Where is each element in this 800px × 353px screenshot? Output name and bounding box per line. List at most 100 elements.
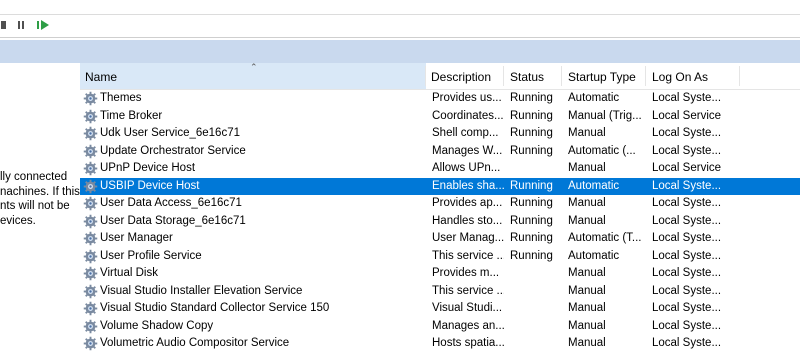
service-log-on-as: Local Syste... <box>652 267 722 279</box>
service-status: Running <box>510 214 553 227</box>
column-header-description[interactable]: Description <box>426 63 504 89</box>
service-name: USBIP Device Host <box>100 179 200 192</box>
service-status: Running <box>510 179 553 192</box>
service-log-on-as: Local Syste... <box>652 197 722 209</box>
table-row[interactable]: User Data Storage_6e16c71 Handles sto... R… <box>80 213 800 231</box>
service-status <box>510 160 562 178</box>
services-header-band <box>0 40 800 63</box>
service-log-on-as: Local Syste... <box>652 319 722 332</box>
service-status <box>510 265 562 283</box>
service-name: Time Broker <box>100 109 163 122</box>
table-row[interactable]: User Profile Service This service ... Runn… <box>80 248 800 266</box>
service-description: Coordinates... <box>432 109 504 122</box>
service-description: This service ... <box>432 284 504 297</box>
column-header-status[interactable]: Status <box>504 63 562 89</box>
service-gear-icon <box>83 196 98 211</box>
toolbar <box>0 0 800 40</box>
toolbar-top-divider <box>0 14 800 15</box>
service-description-pane: lly connected nachines. If this nts will… <box>0 171 80 227</box>
restart-service-button[interactable] <box>37 19 49 31</box>
column-header-status-label: Status <box>510 70 545 84</box>
service-name: Update Orchestrator Service <box>100 144 246 157</box>
service-startup-type: Manual <box>568 197 606 209</box>
service-description: Shell comp... <box>432 127 499 139</box>
service-log-on-as: Local Syste... <box>652 232 722 244</box>
service-log-on-as: Local Syste... <box>652 144 722 157</box>
service-startup-type: Manual <box>568 319 606 332</box>
table-row[interactable]: Udk User Service_6e16c71 Shell comp... Run… <box>80 125 800 143</box>
table-row[interactable]: Time Broker Coordinates... Running Manual (… <box>80 108 800 126</box>
service-description: Allows UPn... <box>432 162 501 174</box>
column-header-startup-type[interactable]: Startup Type <box>562 63 646 89</box>
service-log-on-as: Local Syste... <box>652 179 722 192</box>
service-log-on-as: Local Service <box>652 109 722 122</box>
service-status: Running <box>510 232 553 244</box>
service-gear-icon <box>83 266 98 281</box>
service-description: Visual Studi... <box>432 302 503 314</box>
service-startup-type: Manual <box>568 302 606 314</box>
service-log-on-as: Local Syste... <box>652 92 722 104</box>
service-name: User Manager <box>100 232 173 244</box>
service-description: Manages an... <box>432 319 504 332</box>
service-log-on-as: Local Syste... <box>652 302 722 314</box>
service-startup-type: Automatic (T... <box>568 232 642 244</box>
table-row[interactable]: Themes Provides us... Running Automatic Loca… <box>80 90 800 108</box>
table-row[interactable]: Visual Studio Standard Collector Service… <box>80 300 800 318</box>
service-startup-type: Manual <box>568 162 606 174</box>
service-gear-icon <box>83 109 98 123</box>
table-row[interactable]: Volume Shadow Copy Manages an... Manual Loc… <box>80 318 800 336</box>
service-status: Running <box>510 109 553 122</box>
service-status <box>510 283 562 301</box>
service-description: This service ... <box>432 249 504 262</box>
service-gear-icon <box>83 126 98 141</box>
service-gear-icon <box>83 144 98 158</box>
service-name: User Profile Service <box>100 249 202 262</box>
service-gear-icon <box>83 91 98 106</box>
table-row[interactable]: Virtual Disk Provides m... Manual Local Sys… <box>80 265 800 283</box>
column-header-log-on-as[interactable]: Log On As <box>646 63 740 89</box>
service-name: Volume Shadow Copy <box>100 319 214 332</box>
service-description: Provides m... <box>432 267 500 279</box>
service-startup-type: Manual <box>568 267 606 279</box>
service-startup-type: Manual <box>568 214 606 227</box>
service-startup-type: Manual (Trig... <box>568 109 642 122</box>
service-description: Handles sto... <box>432 214 503 227</box>
column-header-name-label: Name <box>85 70 118 84</box>
service-status: Running <box>510 249 553 262</box>
column-header-name[interactable]: ⌃ Name <box>80 62 426 89</box>
column-divider[interactable] <box>739 66 740 86</box>
table-row-selected[interactable]: USBIP Device Host Enables sha... Running Au… <box>80 177 800 195</box>
service-description: Provides ap... <box>432 197 503 209</box>
service-gear-icon <box>83 179 98 193</box>
service-name: Virtual Disk <box>100 267 158 279</box>
column-header-description-label: Description <box>431 70 492 84</box>
pause-icon-bar <box>22 21 24 29</box>
service-gear-icon <box>83 249 98 263</box>
service-gear-icon <box>83 231 98 246</box>
table-row[interactable]: User Manager User Manag... Running Automati… <box>80 230 800 248</box>
service-status: Running <box>510 127 553 139</box>
service-log-on-as: Local Syste... <box>652 249 722 262</box>
service-status: Running <box>510 144 553 157</box>
service-name: Themes <box>100 92 142 104</box>
service-description: User Manag... <box>432 232 504 244</box>
service-startup-type: Manual <box>568 284 606 297</box>
table-row[interactable]: User Data Access_6e16c71 Provides ap... Ru… <box>80 195 800 213</box>
table-row[interactable]: Visual Studio Installer Elevation Servic… <box>80 283 800 301</box>
pause-service-button[interactable] <box>16 19 26 31</box>
column-header-startup-type-label: Startup Type <box>568 70 636 84</box>
stop-service-button[interactable] <box>0 19 6 31</box>
table-row[interactable]: UPnP Device Host Allows UPn... Manual Local… <box>80 160 800 178</box>
service-gear-icon <box>83 161 98 176</box>
service-name: Udk User Service_6e16c71 <box>100 127 240 139</box>
service-startup-type: Manual <box>568 127 606 139</box>
table-row[interactable]: Update Orchestrator Service Manages W... R… <box>80 143 800 161</box>
stop-icon <box>0 21 6 29</box>
service-status: Running <box>510 197 553 209</box>
pause-icon <box>18 21 20 29</box>
service-startup-type: Automatic <box>568 179 620 192</box>
service-status: Running <box>510 92 553 104</box>
service-description: Enables sha... <box>432 179 504 192</box>
service-name: UPnP Device Host <box>100 162 196 174</box>
table-header: ⌃ Name Description Status Startup Type L… <box>80 62 800 90</box>
